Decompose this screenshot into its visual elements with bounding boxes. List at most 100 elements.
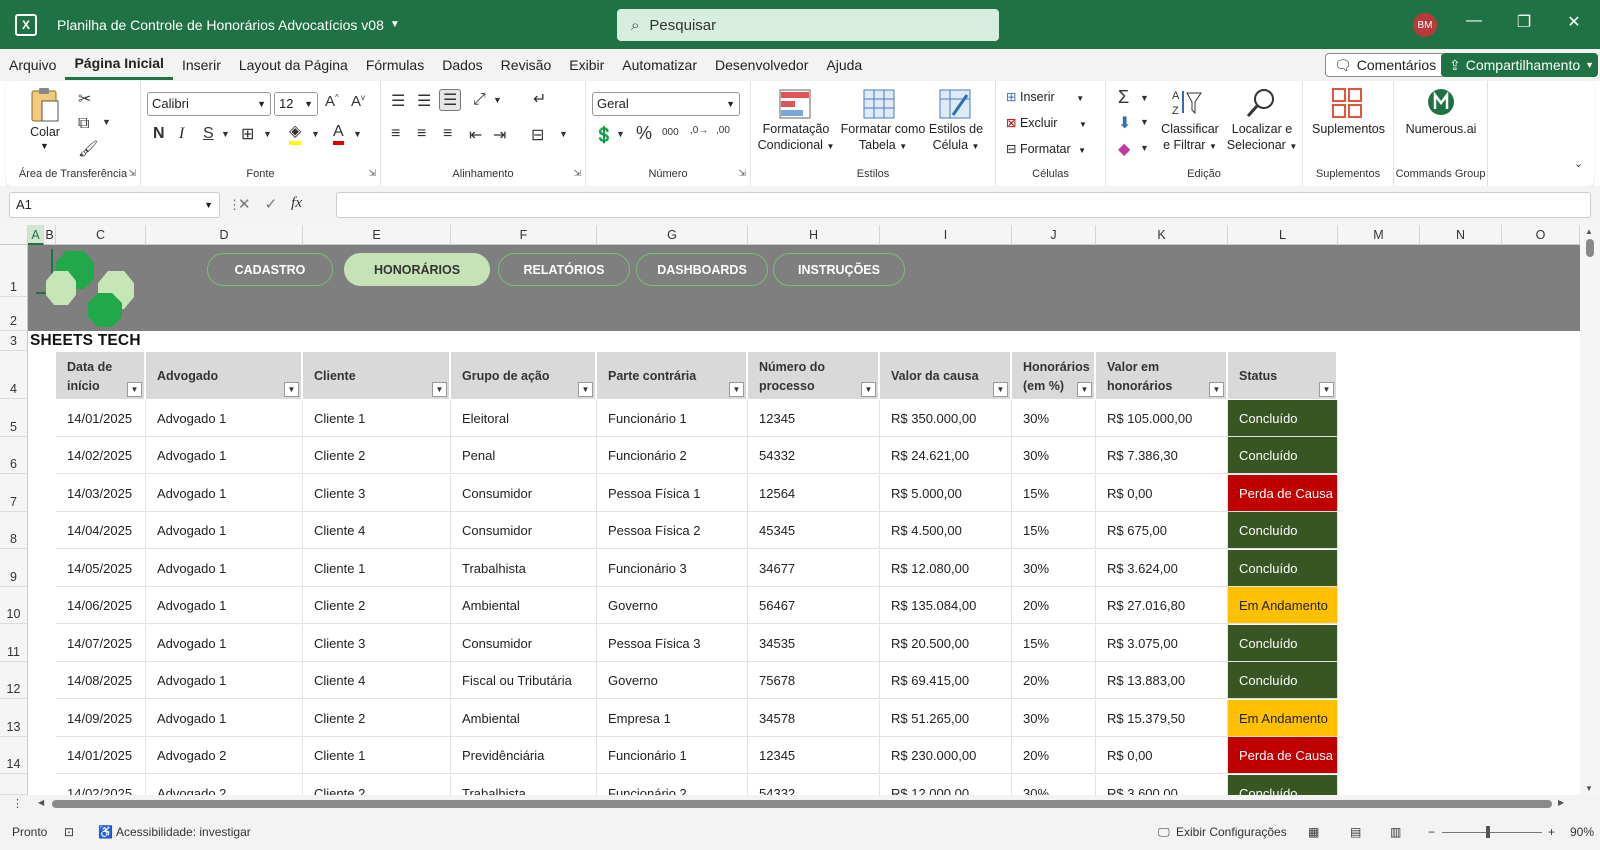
table-cell[interactable]: Cliente 4 <box>303 662 451 699</box>
cell-styles-button[interactable]: Estilos de Célula ▼ <box>923 121 989 155</box>
cell-styles-icon[interactable] <box>939 89 973 119</box>
table-cell[interactable]: R$ 12.080,00 <box>880 550 1012 587</box>
addins-button[interactable]: Suplementos <box>1303 121 1394 137</box>
filter-dropdown-icon[interactable]: ▼ <box>1319 382 1334 397</box>
document-title[interactable]: Planilha de Controle de Honorários Advoc… <box>57 17 400 33</box>
restore-icon[interactable]: ❐ <box>1512 12 1536 32</box>
scroll-up-icon[interactable]: ▲ <box>1585 227 1593 236</box>
table-cell[interactable]: 14/07/2025 <box>56 625 146 662</box>
font-name-select[interactable]: Calibri ▼ <box>147 92 271 116</box>
table-cell[interactable]: R$ 3.600,00 <box>1096 775 1228 795</box>
status-badge[interactable]: Em Andamento <box>1228 587 1338 624</box>
table-cell[interactable]: Cliente 2 <box>303 700 451 737</box>
tab-formulas[interactable]: Fórmulas <box>357 50 433 80</box>
table-cell[interactable]: R$ 675,00 <box>1096 512 1228 549</box>
decrease-decimal-icon[interactable]: ,00 <box>716 125 730 136</box>
display-settings[interactable]: Exibir Configurações <box>1176 825 1287 839</box>
table-cell[interactable]: Advogado 1 <box>146 475 303 512</box>
numerous-ai-button[interactable]: Numerous.ai <box>1394 121 1488 137</box>
table-cell[interactable]: 14/01/2025 <box>56 737 146 774</box>
table-cell[interactable]: Previdênciária <box>451 737 597 774</box>
table-cell[interactable]: Funcionário 2 <box>597 437 748 474</box>
filter-dropdown-icon[interactable]: ▼ <box>284 382 299 397</box>
table-cell[interactable]: Advogado 2 <box>146 775 303 795</box>
excel-logo-icon[interactable]: X <box>15 13 37 36</box>
table-cell[interactable]: 75678 <box>748 662 880 699</box>
table-cell[interactable]: Trabalhista <box>451 775 597 795</box>
table-cell[interactable]: 14/08/2025 <box>56 662 146 699</box>
column-header-j[interactable]: J <box>1012 225 1096 245</box>
table-cell[interactable]: 56467 <box>748 587 880 624</box>
accounting-format-icon[interactable]: 💲 <box>594 125 614 145</box>
zoom-out-icon[interactable]: − <box>1428 825 1435 839</box>
row-header[interactable] <box>0 774 28 795</box>
row-header[interactable]: 8 <box>0 512 28 549</box>
table-cell[interactable]: R$ 69.415,00 <box>880 662 1012 699</box>
column-header-a[interactable]: A <box>28 225 44 245</box>
table-cell[interactable]: 14/05/2025 <box>56 550 146 587</box>
normal-view-icon[interactable]: ▦ <box>1308 825 1319 839</box>
filter-dropdown-icon[interactable]: ▼ <box>432 382 447 397</box>
orientation-chevron-icon[interactable]: ▼ <box>493 95 502 105</box>
tab-dados[interactable]: Dados <box>433 50 491 80</box>
status-badge[interactable]: Concluído <box>1228 437 1338 474</box>
conditional-formatting-icon[interactable] <box>779 89 813 119</box>
table-cell[interactable]: Cliente 2 <box>303 775 451 795</box>
table-cell[interactable]: Trabalhista <box>451 550 597 587</box>
page-layout-view-icon[interactable]: ▤ <box>1350 825 1361 839</box>
table-cell[interactable]: 34535 <box>748 625 880 662</box>
table-cell[interactable]: Eleitoral <box>451 400 597 437</box>
table-cell[interactable]: R$ 15.379,50 <box>1096 700 1228 737</box>
table-cell[interactable]: R$ 12.000,00 <box>880 775 1012 795</box>
tab-layout[interactable]: Layout da Página <box>230 50 357 80</box>
font-size-select[interactable]: 12 ▼ <box>274 92 318 116</box>
fill-icon[interactable]: ⬇ <box>1118 113 1131 133</box>
accessibility-icon[interactable]: ♿ <box>98 825 113 839</box>
table-cell[interactable]: Cliente 3 <box>303 475 451 512</box>
table-cell[interactable]: 54332 <box>748 437 880 474</box>
table-cell[interactable]: Fiscal ou Tributária <box>451 662 597 699</box>
paste-chevron-icon[interactable]: ▼ <box>40 138 49 154</box>
scroll-down-icon[interactable]: ▼ <box>1585 784 1593 793</box>
table-cell[interactable]: Consumidor <box>451 625 597 662</box>
status-badge[interactable]: Concluído <box>1228 775 1338 795</box>
table-cell[interactable]: Cliente 3 <box>303 625 451 662</box>
align-middle-icon[interactable]: ☰ <box>417 91 431 111</box>
copy-chevron-icon[interactable]: ▼ <box>102 117 111 127</box>
nav-dashboards[interactable]: DASHBOARDS <box>636 253 768 286</box>
row-header[interactable]: 12 <box>0 662 28 699</box>
status-badge[interactable]: Perda de Causa <box>1228 475 1338 512</box>
horizontal-scrollbar[interactable]: ⋮ ◀ ▶ <box>0 795 1600 813</box>
shrink-font-icon[interactable]: Av <box>351 93 365 110</box>
table-cell[interactable]: Advogado 1 <box>146 400 303 437</box>
status-badge[interactable]: Concluído <box>1228 512 1338 549</box>
horizontal-scroll-thumb[interactable] <box>52 800 1552 808</box>
filter-dropdown-icon[interactable]: ▼ <box>861 382 876 397</box>
row-header[interactable]: 7 <box>0 474 28 512</box>
table-cell[interactable]: 15% <box>1012 475 1096 512</box>
table-cell[interactable]: Cliente 1 <box>303 400 451 437</box>
filter-dropdown-icon[interactable]: ▼ <box>1077 382 1092 397</box>
number-format-select[interactable]: Geral ▼ <box>592 92 740 116</box>
tab-ajuda[interactable]: Ajuda <box>817 50 871 80</box>
table-cell[interactable]: 14/02/2025 <box>56 775 146 795</box>
tab-inserir[interactable]: Inserir <box>173 50 230 80</box>
copy-icon[interactable]: ⧉ <box>78 115 89 133</box>
insert-cells-button[interactable]: ⊞ Inserir ▼ <box>1006 89 1084 107</box>
select-all-corner[interactable] <box>0 225 28 245</box>
filter-dropdown-icon[interactable]: ▼ <box>729 382 744 397</box>
autosum-chevron-icon[interactable]: ▼ <box>1140 93 1149 103</box>
align-center-icon[interactable]: ≡ <box>417 125 426 143</box>
column-header-h[interactable]: H <box>748 225 880 245</box>
font-color-chevron-icon[interactable]: ▼ <box>353 129 362 139</box>
table-cell[interactable]: 14/03/2025 <box>56 475 146 512</box>
table-cell[interactable]: R$ 24.621,00 <box>880 437 1012 474</box>
column-header-c[interactable]: C <box>56 225 146 245</box>
table-cell[interactable]: 14/06/2025 <box>56 587 146 624</box>
align-right-icon[interactable]: ≡ <box>443 125 452 143</box>
table-cell[interactable]: Funcionário 1 <box>597 400 748 437</box>
tab-desenvolvedor[interactable]: Desenvolvedor <box>706 50 817 80</box>
table-cell[interactable]: R$ 135.084,00 <box>880 587 1012 624</box>
column-header-i[interactable]: I <box>880 225 1012 245</box>
table-cell[interactable]: Funcionário 3 <box>597 550 748 587</box>
